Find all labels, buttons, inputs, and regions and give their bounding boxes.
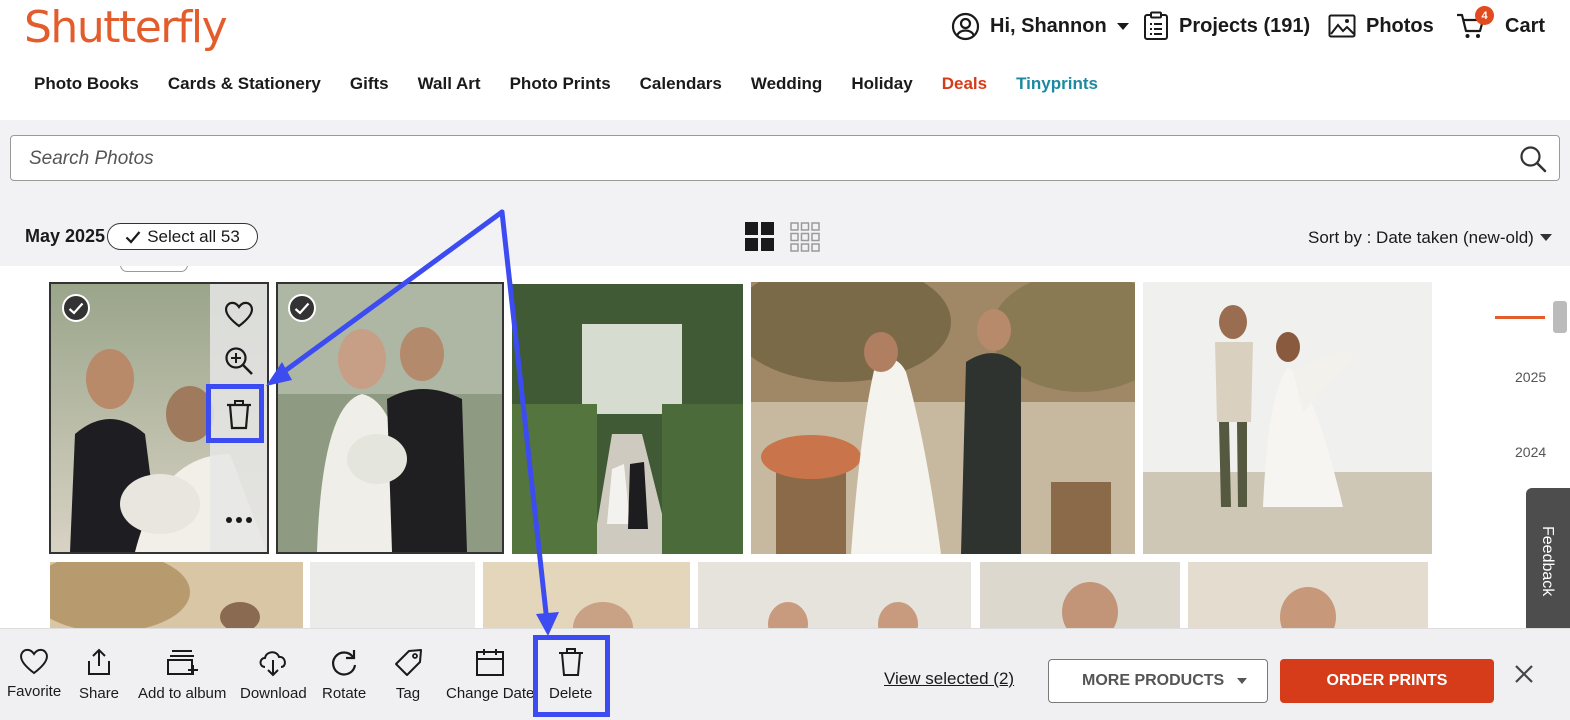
rotate-icon xyxy=(332,650,357,676)
select-all-label: Select all 53 xyxy=(147,226,240,246)
selected-check-icon[interactable] xyxy=(62,294,90,322)
chevron-down-icon xyxy=(1237,678,1247,684)
tag-icon xyxy=(395,649,422,676)
main-nav: Photo Books Cards & Stationery Gifts Wal… xyxy=(34,74,1098,98)
add-to-album-label: Add to album xyxy=(138,685,227,702)
user-icon xyxy=(951,12,980,40)
add-to-album-button[interactable]: Add to album xyxy=(138,647,226,702)
photo-thumbnail[interactable] xyxy=(50,562,303,628)
cart-count-badge: 4 xyxy=(1475,6,1494,25)
nav-wedding[interactable]: Wedding xyxy=(751,74,822,98)
nav-calendars[interactable]: Calendars xyxy=(640,74,722,98)
view-selected-link[interactable]: View selected (2) xyxy=(884,669,1014,689)
photos-label: Photos xyxy=(1366,14,1434,37)
projects-label: Projects xyxy=(1179,14,1258,37)
photo-thumbnail[interactable] xyxy=(512,284,743,554)
checkmark-icon xyxy=(125,230,141,244)
annotation-highlight-trash xyxy=(206,384,264,443)
header: Shutterfly Hi, Shannon Projects (191) Ph… xyxy=(0,0,1570,120)
share-icon xyxy=(88,648,111,675)
share-button[interactable]: Share xyxy=(79,647,119,702)
rotate-label: Rotate xyxy=(322,685,367,702)
photo-thumbnail[interactable] xyxy=(310,562,475,628)
add-album-icon xyxy=(167,650,199,675)
sort-prefix: Sort by : xyxy=(1308,228,1372,247)
cart-link[interactable]: Cart xyxy=(1456,10,1545,42)
photo-thumbnail[interactable] xyxy=(483,562,690,628)
month-heading: May 2025 xyxy=(25,226,106,246)
selected-check-icon[interactable] xyxy=(288,294,316,322)
favorite-label: Favorite xyxy=(7,683,62,700)
tag-label: Tag xyxy=(395,685,421,702)
rotate-button[interactable]: Rotate xyxy=(322,647,366,702)
favorite-button[interactable]: Favorite xyxy=(7,647,61,700)
heart-icon[interactable] xyxy=(224,300,254,328)
tag-button[interactable]: Tag xyxy=(393,647,423,702)
nav-gifts[interactable]: Gifts xyxy=(350,74,389,98)
chevron-down-icon xyxy=(1116,22,1129,30)
zoom-in-icon[interactable] xyxy=(224,346,254,376)
small-grid-view-icon[interactable] xyxy=(790,222,820,252)
change-date-button[interactable]: Change Date xyxy=(446,647,534,702)
timeline-position-marker xyxy=(1495,316,1545,319)
change-date-label: Change Date xyxy=(446,685,535,702)
photo-thumbnail[interactable] xyxy=(980,562,1180,628)
select-all-button[interactable]: Select all 53 xyxy=(107,223,258,250)
nav-wall-art[interactable]: Wall Art xyxy=(418,74,481,98)
image-icon xyxy=(1328,14,1356,38)
download-label: Download xyxy=(240,685,307,702)
scrollbar-thumb[interactable] xyxy=(1553,301,1567,333)
photo-thumbnail[interactable] xyxy=(698,562,971,628)
large-grid-view-icon[interactable] xyxy=(745,222,775,252)
photos-link[interactable]: Photos xyxy=(1328,10,1434,42)
sort-value: Date taken (new-old) xyxy=(1376,228,1534,247)
timeline-year[interactable]: 2024 xyxy=(1515,444,1546,460)
heart-icon xyxy=(20,648,48,675)
user-greeting: Hi, Shannon xyxy=(990,14,1107,37)
cart-label: Cart xyxy=(1505,14,1546,37)
nav-photo-books[interactable]: Photo Books xyxy=(34,74,139,98)
close-icon[interactable] xyxy=(1513,663,1535,685)
download-button[interactable]: Download xyxy=(240,647,307,702)
nav-deals[interactable]: Deals xyxy=(942,74,987,98)
order-prints-button[interactable]: ORDER PRINTS xyxy=(1280,659,1494,703)
nav-cards-stationery[interactable]: Cards & Stationery xyxy=(168,74,321,98)
shutterfly-logo[interactable]: Shutterfly xyxy=(24,2,228,53)
more-products-label: MORE PRODUCTS xyxy=(1082,672,1225,689)
previous-select-chip xyxy=(120,266,188,272)
calendar-icon xyxy=(476,649,505,676)
nav-photo-prints[interactable]: Photo Prints xyxy=(510,74,611,98)
annotation-highlight-delete xyxy=(533,635,610,717)
nav-holiday[interactable]: Holiday xyxy=(851,74,912,98)
search-box xyxy=(10,135,1560,181)
clipboard-icon xyxy=(1144,11,1168,40)
photo-thumbnail[interactable] xyxy=(1188,562,1428,628)
chevron-down-icon[interactable] xyxy=(1540,234,1552,241)
feedback-label: Feedback xyxy=(1539,526,1556,597)
photo-thumbnail[interactable] xyxy=(1143,282,1432,554)
timeline-year[interactable]: 2025 xyxy=(1515,369,1546,385)
more-products-dropdown[interactable]: MORE PRODUCTS xyxy=(1048,659,1268,703)
projects-count: (191) xyxy=(1263,14,1311,37)
account-menu[interactable]: Hi, Shannon xyxy=(951,10,1129,42)
selected-frame xyxy=(276,282,504,554)
search-input[interactable] xyxy=(29,147,1429,171)
photo-thumbnail[interactable] xyxy=(751,282,1135,554)
more-options-icon[interactable] xyxy=(224,516,254,524)
selection-action-bar: Favorite Share Add to album Download Rot… xyxy=(0,628,1570,720)
share-label: Share xyxy=(79,685,120,702)
nav-tinyprints[interactable]: Tinyprints xyxy=(1016,74,1098,98)
sort-dropdown[interactable]: Sort by : Date taken (new-old) xyxy=(1308,228,1534,248)
feedback-tab[interactable]: Feedback xyxy=(1526,488,1570,640)
projects-link[interactable]: Projects (191) xyxy=(1143,10,1310,42)
cloud-download-icon xyxy=(259,651,287,677)
search-icon[interactable] xyxy=(1519,145,1547,173)
